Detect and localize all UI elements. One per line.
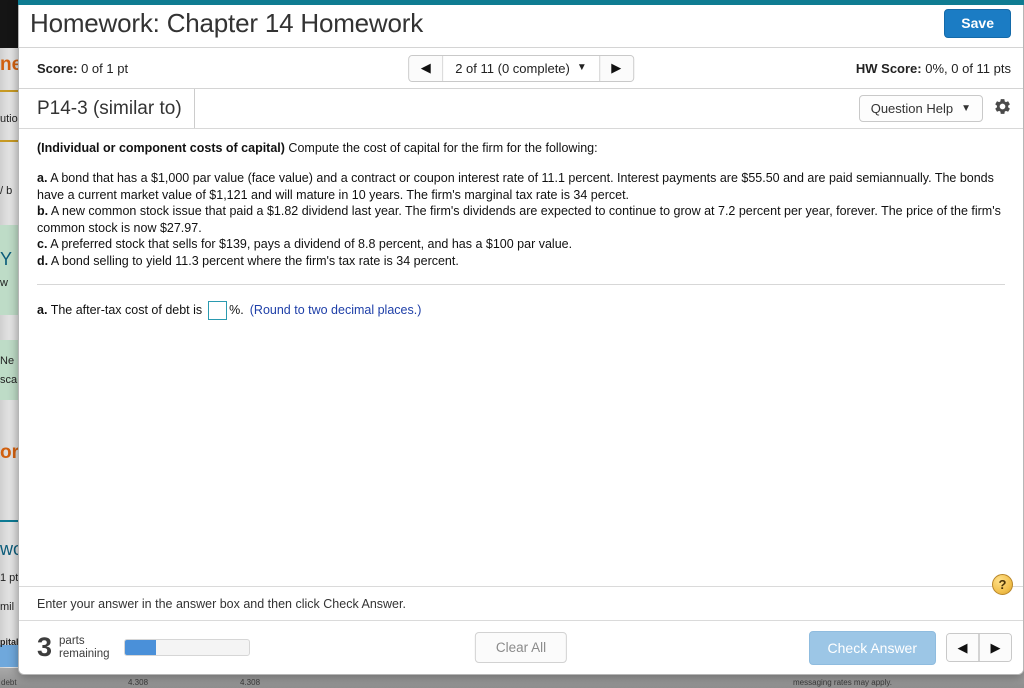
toolbar-prev-button[interactable]: ◀ [947, 634, 979, 661]
question-header-actions: Question Help ▼ [858, 95, 1023, 122]
hw-score-label: HW Score: [855, 60, 922, 76]
question-help-label: Question Help [870, 101, 954, 116]
question-part-text: A new common stock issue that paid a $1.… [37, 204, 1001, 235]
question-prompt: (Individual or component costs of capita… [37, 140, 1005, 157]
question-body: (Individual or component costs of capita… [19, 129, 1023, 586]
progress-bar-fill [124, 640, 156, 655]
question-position-label: 2 of 11 (0 complete) [455, 60, 570, 76]
hint-text: Enter your answer in the answer box and … [37, 596, 406, 611]
background-bottom-fragment: messaging rates may apply. [793, 678, 893, 687]
question-part-letter: c. [37, 237, 48, 252]
page-title: Homework: Chapter 14 Homework [30, 8, 424, 38]
toolbar-right-actions: Check Answer ◀ ▶ [808, 630, 1012, 665]
accent-bar [18, 0, 1024, 5]
gear-icon[interactable] [993, 97, 1012, 121]
question-part-text: A preferred stock that sells for $139, p… [47, 237, 573, 252]
question-part-letter: a. [37, 170, 48, 185]
next-question-button[interactable]: ▶ [598, 55, 633, 81]
toolbar-next-button[interactable]: ▶ [979, 634, 1011, 661]
progress-bar [123, 639, 250, 656]
score-label: Score: [37, 60, 78, 76]
chevron-down-icon: ▼ [961, 102, 971, 114]
score-value: 0 of 1 pt [81, 60, 129, 76]
hint-bar: Enter your answer in the answer box and … [19, 574, 1023, 620]
answer-label: The after-tax cost of debt is [50, 303, 203, 318]
section-divider [37, 283, 1005, 285]
check-answer-button[interactable]: Check Answer [808, 630, 936, 665]
rounding-note: (Round to two decimal places.) [249, 303, 422, 318]
question-help-button[interactable]: Question Help ▼ [858, 95, 983, 122]
question-navigator: ◀ 2 of 11 (0 complete) ▼ ▶ [408, 54, 634, 82]
parts-remaining-line2: remaining [59, 647, 110, 660]
answer-letter: a. [37, 303, 48, 318]
homework-window: Homework: Chapter 14 Homework Save Score… [18, 0, 1024, 675]
window-title-bar: Homework: Chapter 14 Homework Save [19, 0, 1023, 48]
help-badge-icon[interactable]: ? [992, 574, 1013, 595]
prev-question-button[interactable]: ◀ [409, 55, 444, 81]
background-bottom-fragment: 4.308 [128, 678, 149, 687]
question-position-dropdown[interactable]: 2 of 11 (0 complete) ▼ [443, 55, 599, 81]
question-prompt-topic: (Individual or component costs of capita… [37, 141, 285, 155]
hw-score-value: 0%, 0 of 11 pts [925, 60, 1011, 76]
clear-all-button[interactable]: Clear All [474, 632, 568, 663]
parts-remaining-count: 3 [37, 632, 53, 662]
question-header-bar: P14-3 (similar to) Question Help ▼ [19, 89, 1023, 129]
question-parts-list: a. A bond that has a $1,000 par value (f… [37, 170, 1005, 270]
question-part: a. A bond that has a $1,000 par value (f… [37, 170, 1005, 203]
question-part: d. A bond selling to yield 11.3 percent … [37, 253, 1005, 270]
question-part-letter: d. [37, 254, 49, 268]
question-part: b. A new common stock issue that paid a … [37, 203, 1005, 236]
parts-remaining-line1: parts [59, 634, 85, 647]
save-button[interactable]: Save [944, 8, 1011, 39]
parts-remaining: 3 parts remaining [37, 634, 110, 661]
question-part-text: A bond that has a $1,000 par value (face… [37, 170, 994, 202]
answer-unit: %. [229, 303, 244, 318]
screen: neutio/ bYwNescaorwo1 ptmilpitaldebt deb… [0, 0, 1024, 688]
question-part: c. A preferred stock that sells for $139… [37, 236, 1005, 253]
score-display: Score: 0 of 1 pt [37, 61, 128, 76]
question-prompt-text: Compute the cost of capital for the firm… [288, 141, 598, 155]
toolbar-navigator: ◀ ▶ [946, 633, 1012, 662]
background-bottom-fragment: 4.308 [240, 678, 261, 687]
answer-prompt: a. The after-tax cost of debt is [37, 303, 202, 317]
bottom-toolbar: 3 parts remaining Clear All Check Answer… [19, 620, 1023, 674]
question-part-text: A bond selling to yield 11.3 percent whe… [48, 254, 459, 268]
parts-remaining-label: parts remaining [59, 635, 110, 661]
background-dark-corner [0, 0, 20, 48]
background-bottom-fragment: debt [1, 678, 17, 687]
chevron-down-icon: ▼ [576, 62, 587, 73]
hw-score-display: HW Score: 0%, 0 of 11 pts [856, 61, 1011, 76]
score-bar: Score: 0 of 1 pt ◀ 2 of 11 (0 complete) … [19, 48, 1023, 89]
question-part-letter: b. [37, 204, 49, 219]
answer-input[interactable] [208, 300, 228, 320]
answer-row: a. The after-tax cost of debt is %. (Rou… [37, 300, 1005, 320]
question-id: P14-3 (similar to) [19, 89, 195, 128]
